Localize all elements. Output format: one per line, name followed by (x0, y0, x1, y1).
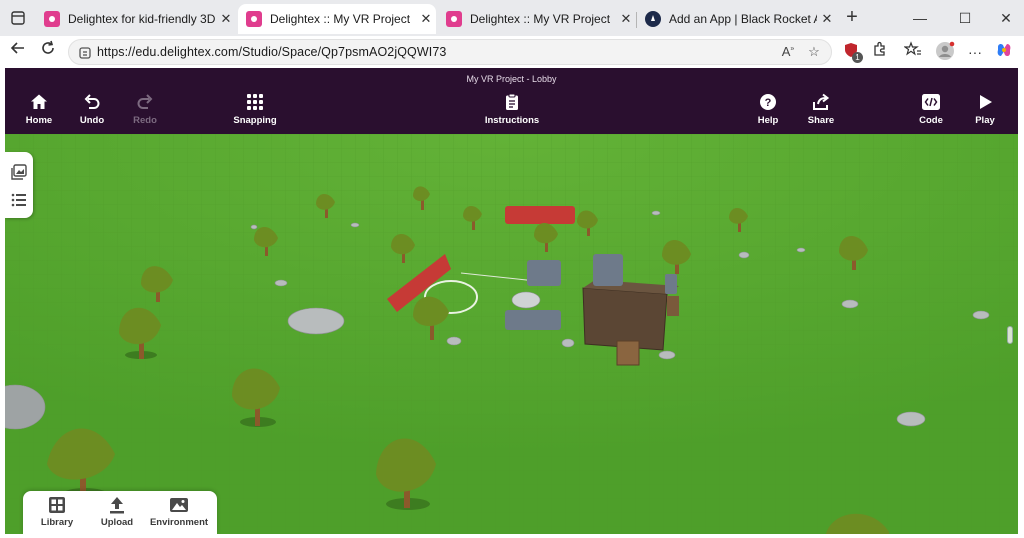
window-border-right (1018, 68, 1024, 538)
gallery-icon[interactable] (11, 164, 27, 180)
tab-title: Delightex :: My VR Project (270, 12, 411, 26)
code-button[interactable]: Code (901, 93, 961, 126)
help-button[interactable]: ? Help (738, 93, 798, 126)
help-icon: ? (760, 94, 776, 110)
undo-icon (84, 94, 100, 109)
library-icon (49, 497, 65, 513)
more-menu-icon[interactable]: ··· (964, 41, 986, 63)
instructions-label: Instructions (484, 115, 540, 126)
share-icon (813, 93, 830, 110)
favorite-star-icon[interactable]: ☆ (805, 44, 823, 62)
library-label: Library (40, 517, 74, 528)
bottom-panel: Library Upload Environment (23, 491, 217, 535)
home-button[interactable]: Home (9, 93, 69, 126)
list-icon[interactable] (11, 192, 27, 208)
tab-title: Delightex :: My VR Project (470, 12, 611, 26)
tab-black-rocket[interactable]: Add an App | Black Rocket Arcade ✕ (637, 4, 837, 34)
close-window-button[interactable]: ✕ (994, 6, 1018, 30)
environment-label: Environment (149, 517, 209, 528)
minimize-button[interactable]: — (908, 6, 932, 30)
svg-text:?: ? (765, 97, 772, 109)
home-icon (31, 94, 47, 109)
window-border-bottom (0, 534, 1024, 538)
scene-viewport[interactable] (5, 134, 1018, 534)
tab-title: Add an App | Black Rocket Arcade (669, 12, 817, 26)
read-aloud-icon[interactable]: A» (779, 44, 797, 62)
tab-actions-icon[interactable] (6, 7, 30, 29)
code-label: Code (919, 115, 943, 126)
instructions-button[interactable]: Instructions (482, 93, 542, 126)
undo-label: Undo (79, 115, 105, 126)
new-tab-button[interactable]: + (842, 7, 862, 28)
redo-label: Redo (133, 115, 157, 126)
address-bar[interactable]: https://edu.delightex.com/Studio/Space/Q… (68, 39, 832, 65)
delightex-icon (44, 11, 60, 27)
site-info-icon[interactable] (77, 45, 93, 61)
share-label: Share (807, 115, 835, 126)
rocket-icon (645, 11, 661, 27)
library-button[interactable]: Library (33, 496, 81, 528)
tab-strip: Delightex for kid-friendly 3D creati ✕ D… (0, 0, 1024, 36)
project-title: My VR Project - Lobby (466, 74, 557, 84)
favorites-icon[interactable] (902, 41, 924, 63)
environment-button[interactable]: Environment (147, 496, 211, 528)
delightex-icon (246, 11, 262, 27)
undo-button[interactable]: Undo (62, 93, 122, 126)
snapping-button[interactable]: Snapping (225, 93, 285, 126)
extensions-puzzle-icon[interactable] (869, 41, 891, 63)
play-button[interactable]: Play (955, 93, 1015, 126)
window-border-left (0, 68, 5, 538)
tab-delightex-kid-friendly[interactable]: Delightex for kid-friendly 3D creati ✕ (36, 4, 236, 34)
upload-icon (110, 497, 124, 514)
close-icon[interactable]: ✕ (616, 11, 636, 27)
tab-title: Delightex for kid-friendly 3D creati (68, 12, 216, 26)
extension-shield-icon[interactable]: 1 (840, 41, 863, 63)
close-icon[interactable]: ✕ (216, 11, 236, 27)
redo-icon (137, 94, 153, 109)
close-icon[interactable]: ✕ (817, 11, 837, 27)
url-text: https://edu.delightex.com/Studio/Space/Q… (97, 45, 447, 59)
tab-my-vr-project[interactable]: Delightex :: My VR Project ✕ (438, 4, 636, 34)
delightex-icon (446, 11, 462, 27)
home-label: Home (25, 115, 53, 126)
grid-icon (247, 94, 263, 110)
play-icon (980, 95, 992, 109)
snapping-label: Snapping (233, 115, 277, 126)
code-icon (922, 94, 940, 110)
share-button[interactable]: Share (791, 93, 851, 126)
browser-window: Delightex for kid-friendly 3D creati ✕ D… (0, 0, 1024, 538)
refresh-button[interactable] (36, 40, 60, 64)
play-label: Play (975, 115, 995, 126)
upload-label: Upload (100, 517, 134, 528)
close-icon[interactable]: ✕ (416, 11, 436, 27)
environment-icon (170, 498, 188, 512)
clipboard-icon (506, 93, 518, 110)
upload-button[interactable]: Upload (93, 496, 141, 528)
app-header: My VR Project - Lobby Home Undo Redo Sna… (5, 68, 1018, 134)
extension-badge: 1 (852, 52, 863, 63)
maximize-button[interactable]: ☐ (953, 6, 977, 30)
redo-button[interactable]: Redo (115, 93, 175, 126)
profile-avatar[interactable] (934, 41, 956, 63)
side-tool-panel (5, 152, 33, 218)
scroll-handle[interactable] (1007, 326, 1013, 344)
back-button[interactable] (6, 40, 30, 64)
tab-my-vr-project-active[interactable]: Delightex :: My VR Project ✕ (238, 4, 436, 34)
help-label: Help (757, 115, 779, 126)
browser-toolbar: https://edu.delightex.com/Studio/Space/Q… (0, 36, 1024, 68)
copilot-icon[interactable] (993, 41, 1015, 63)
